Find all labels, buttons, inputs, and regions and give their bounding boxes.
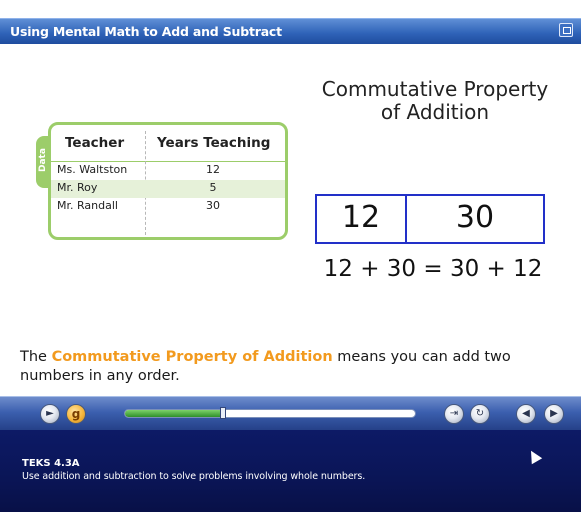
table-row: Mr. Randall 30 <box>51 198 285 216</box>
lesson-content: Commutative Property of Addition Data Te… <box>0 44 581 396</box>
property-title-line2: of Addition <box>380 100 490 124</box>
replay-icon[interactable]: ↻ <box>470 404 490 424</box>
column-header-years: Years Teaching <box>157 135 271 151</box>
player-controls: ► g ⇥ ↻ ◀ ▶ <box>0 396 581 431</box>
commutative-equation: 12 + 30 = 30 + 12 <box>323 256 543 282</box>
column-header-teacher: Teacher <box>65 135 125 151</box>
app-title: Using Mental Math to Add and Subtract <box>10 24 282 39</box>
bar-model-left-value: 12 <box>341 200 381 235</box>
cell-teacher: Ms. Waltston <box>57 163 128 176</box>
cell-years: 30 <box>206 199 220 212</box>
title-bar: Using Mental Math to Add and Subtract <box>0 0 581 46</box>
cell-teacher: Mr. Randall <box>57 199 118 212</box>
glossary-button[interactable]: g <box>66 404 86 424</box>
progress-fill <box>125 410 224 417</box>
statement-highlight: Commutative Property of Addition <box>51 349 333 365</box>
data-tab-label: Data <box>38 148 48 172</box>
bar-model-right-value: 30 <box>455 200 495 235</box>
exit-icon[interactable]: ⇥ <box>444 404 464 424</box>
property-title: Commutative Property of Addition <box>300 78 570 124</box>
cell-years: 12 <box>206 163 220 176</box>
teacher-data-table: Teacher Years Teaching Ms. Waltston 12 M… <box>48 122 288 240</box>
cell-years: 5 <box>209 181 217 194</box>
back-arrow-icon[interactable]: ◀ <box>516 404 536 424</box>
property-title-line1: Commutative Property <box>321 77 549 101</box>
speaker-icon[interactable]: ► <box>40 404 60 424</box>
progress-bar[interactable] <box>124 409 416 418</box>
teks-code: TEKS 4.3A <box>22 458 80 469</box>
forward-arrow-icon[interactable]: ▶ <box>544 404 564 424</box>
statement-prefix: The <box>20 349 52 365</box>
cell-teacher: Mr. Roy <box>57 181 98 194</box>
standards-footer: TEKS 4.3A Use addition and subtraction t… <box>0 430 581 512</box>
table-row: Ms. Waltston 12 <box>51 162 285 180</box>
teks-description: Use addition and subtraction to solve pr… <box>22 471 366 482</box>
progress-thumb[interactable] <box>220 407 227 419</box>
property-statement: The Commutative Property of Addition mea… <box>20 348 560 386</box>
table-row: Mr. Roy 5 <box>51 180 285 198</box>
bar-model: 12 30 <box>315 194 545 244</box>
window-restore-icon[interactable] <box>559 23 573 37</box>
